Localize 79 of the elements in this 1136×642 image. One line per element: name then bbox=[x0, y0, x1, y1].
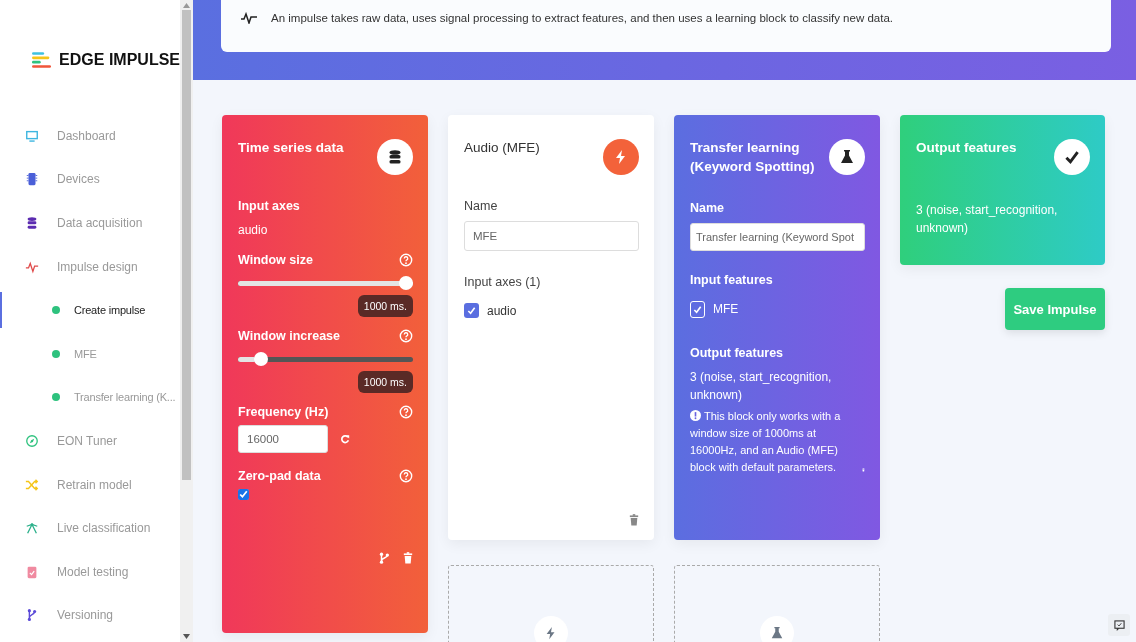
slider-thumb[interactable] bbox=[254, 352, 269, 366]
field-label: Name bbox=[464, 199, 499, 213]
field-label: Input axes bbox=[238, 199, 301, 213]
chip-icon bbox=[25, 172, 39, 187]
sidebar-item[interactable]: Live classification bbox=[0, 506, 180, 550]
field-label: Window increase bbox=[238, 329, 340, 343]
field-value: 3 (noise, start_recognition, unknown) bbox=[690, 368, 833, 404]
chat-icon bbox=[1113, 619, 1125, 631]
pulse-icon bbox=[25, 259, 39, 274]
slider[interactable] bbox=[238, 276, 413, 290]
block-title: Audio (MFE) bbox=[464, 139, 540, 157]
sidebar-item[interactable]: EON Tuner bbox=[0, 419, 180, 463]
slider[interactable] bbox=[238, 352, 413, 366]
sidebar-item[interactable]: Data acquisition bbox=[0, 201, 180, 245]
warning-note: This block only works with a window size of 1000ms at 16000Hz, and an Audio (MFE) block with default parameters. bbox=[690, 408, 842, 475]
check-icon bbox=[467, 306, 476, 315]
checkbox[interactable] bbox=[690, 300, 705, 318]
checkbox-label: MFE bbox=[713, 302, 739, 317]
scroll-down-icon[interactable] bbox=[183, 634, 190, 640]
field-label: Name bbox=[690, 200, 726, 215]
frequency-field[interactable]: 16000 bbox=[238, 425, 328, 453]
help-icon[interactable] bbox=[399, 329, 413, 343]
clipboard-icon bbox=[25, 564, 39, 579]
checkbox-label: audio bbox=[487, 303, 517, 318]
block-title: Transfer learning (Keyword Spotting) bbox=[690, 139, 816, 176]
value-tooltip: 1000 ms. bbox=[357, 371, 413, 393]
field-label: Output features bbox=[690, 345, 785, 360]
name-field[interactable]: MFE bbox=[464, 221, 639, 251]
logo-text: EDGE IMPULSE bbox=[59, 51, 180, 69]
field-label: Input features bbox=[690, 272, 774, 287]
flask-icon bbox=[829, 139, 865, 175]
database-icon bbox=[377, 139, 413, 175]
checkbox[interactable] bbox=[238, 489, 249, 500]
sidebar-item[interactable]: Retrain model bbox=[0, 462, 180, 507]
field-value: 3 (noise, start_recognition, unknown) bbox=[916, 202, 1059, 237]
name-field[interactable]: Transfer learning (Keyword Spot bbox=[690, 222, 865, 251]
help-icon[interactable] bbox=[399, 253, 413, 267]
scrollbar[interactable] bbox=[180, 0, 193, 642]
status-dot bbox=[52, 349, 60, 358]
network-icon bbox=[25, 521, 39, 536]
sidebar-item[interactable]: Transfer learning (K... bbox=[0, 375, 180, 420]
field-value: audio bbox=[238, 223, 269, 237]
sidebar-item[interactable]: Versioning bbox=[0, 593, 180, 638]
checkbox[interactable] bbox=[464, 303, 479, 318]
sidebar-item[interactable]: MFE bbox=[0, 331, 180, 376]
sidebar-item[interactable]: Devices bbox=[0, 157, 180, 202]
bolt-icon bbox=[603, 139, 639, 175]
reset-icon[interactable] bbox=[340, 433, 350, 445]
slider-thumb[interactable] bbox=[399, 276, 413, 290]
banner-text: An impulse takes raw data, uses signal processing to extract features, and then uses a learning block to classify new data. bbox=[271, 12, 893, 24]
help-icon[interactable] bbox=[399, 405, 413, 419]
sidebar-item[interactable]: Impulse design bbox=[0, 244, 180, 289]
help-icon[interactable] bbox=[399, 469, 413, 483]
logo-icon bbox=[32, 51, 52, 69]
sidebar-item[interactable]: Dashboard bbox=[0, 114, 180, 158]
branch-icon[interactable] bbox=[379, 552, 389, 564]
field-label: Frequency (Hz) bbox=[238, 405, 329, 419]
block-title: Output features bbox=[916, 139, 1017, 157]
sidebar-item[interactable]: Model testing bbox=[0, 549, 180, 594]
block-title: Time series data bbox=[238, 139, 344, 157]
warning-icon bbox=[690, 409, 701, 421]
field-label: Window size bbox=[238, 253, 313, 267]
field-label: Input axes (1) bbox=[464, 275, 542, 289]
scroll-up-icon[interactable] bbox=[183, 2, 190, 8]
pulse-icon bbox=[241, 12, 257, 24]
monitor-icon bbox=[25, 128, 39, 143]
branch-icon bbox=[25, 608, 39, 623]
check-icon bbox=[693, 304, 702, 314]
database-icon bbox=[25, 216, 39, 230]
compass-icon bbox=[25, 433, 39, 448]
feedback-button[interactable] bbox=[1108, 614, 1130, 636]
shuffle-icon bbox=[25, 477, 39, 492]
sidebar-item[interactable]: Create impulse bbox=[0, 288, 180, 332]
field-label: Zero-pad data bbox=[238, 469, 321, 483]
save-impulse-button[interactable]: Save Impulse bbox=[1005, 288, 1105, 330]
status-dot bbox=[52, 306, 60, 315]
check-icon bbox=[1054, 139, 1090, 175]
status-dot bbox=[52, 393, 60, 402]
value-tooltip: 1000 ms. bbox=[357, 295, 413, 317]
